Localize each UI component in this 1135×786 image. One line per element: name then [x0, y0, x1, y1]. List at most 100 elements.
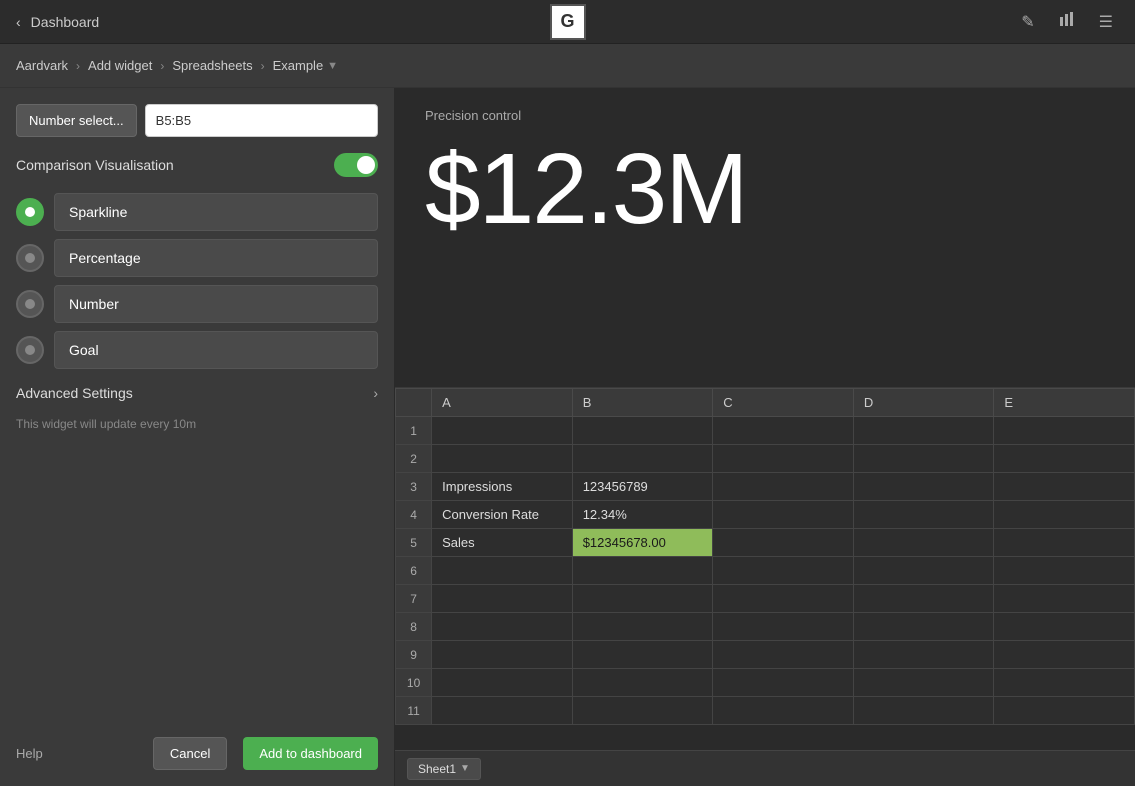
table-cell[interactable]: $12345678.00: [572, 529, 713, 557]
radio-circle-sparkline[interactable]: [16, 198, 44, 226]
row-number: 5: [396, 529, 432, 557]
right-panel: Precision control $12.3M A B C D E: [395, 88, 1135, 786]
sheet1-tab[interactable]: Sheet1 ▼: [407, 758, 481, 780]
table-cell[interactable]: [853, 585, 994, 613]
cell-ref-input[interactable]: [145, 104, 378, 137]
cancel-button[interactable]: Cancel: [153, 737, 227, 770]
table-cell[interactable]: [572, 417, 713, 445]
menu-icon-btn[interactable]: ☰: [1093, 8, 1119, 36]
top-nav-right: ✎ ☰: [1015, 7, 1119, 36]
table-cell[interactable]: [713, 557, 854, 585]
table-cell[interactable]: [994, 641, 1135, 669]
back-arrow-icon[interactable]: ‹: [16, 14, 21, 30]
table-cell[interactable]: [713, 585, 854, 613]
table-cell[interactable]: [572, 669, 713, 697]
row-number: 10: [396, 669, 432, 697]
table-cell[interactable]: [994, 585, 1135, 613]
breadcrumb-bar: Aardvark › Add widget › Spreadsheets › E…: [0, 44, 1135, 88]
table-cell[interactable]: [853, 641, 994, 669]
chart-icon-btn[interactable]: [1053, 7, 1081, 36]
table-cell[interactable]: [713, 417, 854, 445]
table-cell[interactable]: [432, 557, 573, 585]
breadcrumb-example[interactable]: Example: [273, 58, 324, 73]
table-cell[interactable]: [853, 473, 994, 501]
table-cell[interactable]: [432, 669, 573, 697]
table-cell[interactable]: [572, 557, 713, 585]
row-header-spacer: [396, 389, 432, 417]
table-cell[interactable]: [713, 697, 854, 725]
dropdown-arrow-icon[interactable]: ▼: [327, 60, 338, 72]
help-link[interactable]: Help: [16, 746, 43, 761]
advanced-settings-label: Advanced Settings: [16, 385, 133, 401]
table-cell[interactable]: [994, 613, 1135, 641]
table-cell[interactable]: [713, 529, 854, 557]
edit-icon-btn[interactable]: ✎: [1015, 8, 1040, 36]
table-cell[interactable]: [713, 445, 854, 473]
table-cell[interactable]: [713, 473, 854, 501]
table-cell[interactable]: [432, 613, 573, 641]
radio-percentage[interactable]: Percentage: [16, 239, 378, 277]
table-cell[interactable]: [853, 445, 994, 473]
table-cell[interactable]: [432, 697, 573, 725]
table-cell[interactable]: Conversion Rate: [432, 501, 573, 529]
table-cell[interactable]: [572, 445, 713, 473]
number-select-button[interactable]: Number select...: [16, 104, 137, 137]
table-cell[interactable]: [572, 613, 713, 641]
radio-circle-percentage[interactable]: [16, 244, 44, 272]
row-number: 7: [396, 585, 432, 613]
add-to-dashboard-button[interactable]: Add to dashboard: [243, 737, 378, 770]
table-row: 9: [396, 641, 1135, 669]
table-cell[interactable]: [572, 641, 713, 669]
advanced-settings-row[interactable]: Advanced Settings ›: [16, 385, 378, 401]
breadcrumb-aardvark[interactable]: Aardvark: [16, 58, 68, 73]
comparison-visualisation-label: Comparison Visualisation: [16, 157, 174, 173]
radio-number[interactable]: Number: [16, 285, 378, 323]
table-cell[interactable]: [713, 613, 854, 641]
g-logo: G: [550, 4, 586, 40]
table-cell[interactable]: [994, 669, 1135, 697]
table-cell[interactable]: [994, 529, 1135, 557]
col-header-A: A: [432, 389, 573, 417]
table-cell[interactable]: [994, 501, 1135, 529]
table-cell[interactable]: [994, 697, 1135, 725]
table-cell[interactable]: [853, 669, 994, 697]
table-cell[interactable]: [853, 697, 994, 725]
comparison-visualisation-toggle[interactable]: [334, 153, 378, 177]
sheet1-dropdown-icon[interactable]: ▼: [460, 763, 470, 774]
row-number: 1: [396, 417, 432, 445]
dashboard-link[interactable]: Dashboard: [31, 14, 100, 30]
table-cell[interactable]: [853, 529, 994, 557]
table-row: 4Conversion Rate12.34%: [396, 501, 1135, 529]
table-cell[interactable]: [572, 585, 713, 613]
breadcrumb-spreadsheets[interactable]: Spreadsheets: [172, 58, 252, 73]
table-cell[interactable]: [994, 417, 1135, 445]
table-cell[interactable]: [853, 613, 994, 641]
column-header-row: A B C D E: [396, 389, 1135, 417]
row-number: 3: [396, 473, 432, 501]
breadcrumb-add-widget[interactable]: Add widget: [88, 58, 152, 73]
table-cell[interactable]: Impressions: [432, 473, 573, 501]
row-number: 9: [396, 641, 432, 669]
radio-goal[interactable]: Goal: [16, 331, 378, 369]
table-cell[interactable]: [853, 501, 994, 529]
table-cell[interactable]: [713, 669, 854, 697]
table-cell[interactable]: [713, 501, 854, 529]
table-cell[interactable]: [994, 445, 1135, 473]
table-cell[interactable]: 123456789: [572, 473, 713, 501]
table-cell[interactable]: Sales: [432, 529, 573, 557]
table-cell[interactable]: [853, 557, 994, 585]
radio-circle-number[interactable]: [16, 290, 44, 318]
table-cell[interactable]: [994, 473, 1135, 501]
radio-circle-goal[interactable]: [16, 336, 44, 364]
table-cell[interactable]: [432, 445, 573, 473]
table-cell[interactable]: [432, 641, 573, 669]
table-cell[interactable]: [572, 697, 713, 725]
table-cell[interactable]: [432, 417, 573, 445]
radio-sparkline[interactable]: Sparkline: [16, 193, 378, 231]
table-cell[interactable]: [432, 585, 573, 613]
table-cell[interactable]: [853, 417, 994, 445]
sheet-tab-bar: Sheet1 ▼: [395, 750, 1135, 786]
table-cell[interactable]: 12.34%: [572, 501, 713, 529]
table-cell[interactable]: [713, 641, 854, 669]
table-cell[interactable]: [994, 557, 1135, 585]
